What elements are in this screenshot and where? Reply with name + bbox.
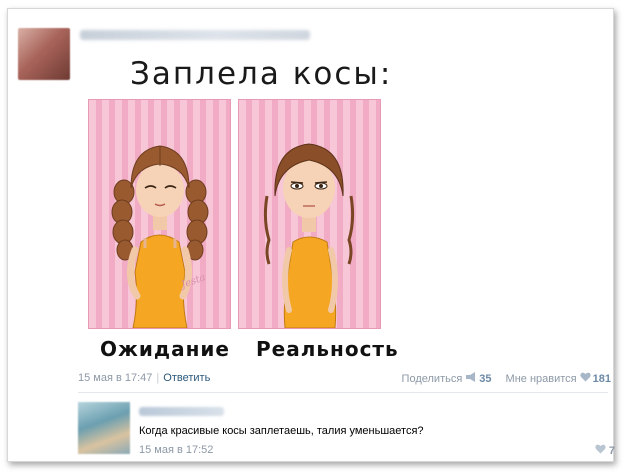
- commenter-avatar[interactable]: [78, 402, 130, 454]
- comment-text: Когда красивые косы заплетаешь, талия ум…: [139, 425, 424, 437]
- commenter-name-blurred[interactable]: [139, 407, 224, 416]
- author-name-blurred[interactable]: [80, 30, 310, 40]
- post-actions: Поделиться 35 Мне нравится 181: [402, 372, 611, 385]
- comment-like-count: 7: [608, 444, 615, 457]
- expectation-image[interactable]: Jesta: [88, 99, 231, 329]
- post-date[interactable]: 15 мая в 17:47: [78, 372, 152, 384]
- comment-like-button[interactable]: 7: [595, 444, 615, 457]
- heart-icon: [595, 444, 606, 457]
- like-button[interactable]: Мне нравится 181: [506, 372, 611, 385]
- like-count: 181: [592, 372, 611, 385]
- like-label: Мне нравится: [505, 372, 577, 385]
- share-button[interactable]: Поделиться 35: [402, 372, 492, 385]
- girl-illustration-expectation: [111, 145, 209, 328]
- reply-link[interactable]: Ответить: [163, 372, 210, 384]
- comment-date[interactable]: 15 мая в 17:52: [139, 444, 213, 456]
- separator: |: [156, 372, 160, 384]
- author-avatar[interactable]: [18, 28, 70, 80]
- caption-expectation: Ожидание: [100, 337, 230, 361]
- post-meta: 15 мая в 17:47 | Ответить: [78, 372, 210, 384]
- megaphone-icon: [465, 372, 477, 385]
- caption-reality: Реальность: [256, 337, 399, 361]
- meme-title: Заплела косы:: [130, 56, 393, 92]
- girl-illustration-reality: [263, 143, 355, 328]
- share-label: Поделиться: [401, 372, 463, 385]
- share-count: 35: [479, 372, 492, 385]
- comments-divider: [78, 392, 608, 393]
- reality-image[interactable]: [238, 99, 381, 329]
- heart-icon: [579, 372, 591, 385]
